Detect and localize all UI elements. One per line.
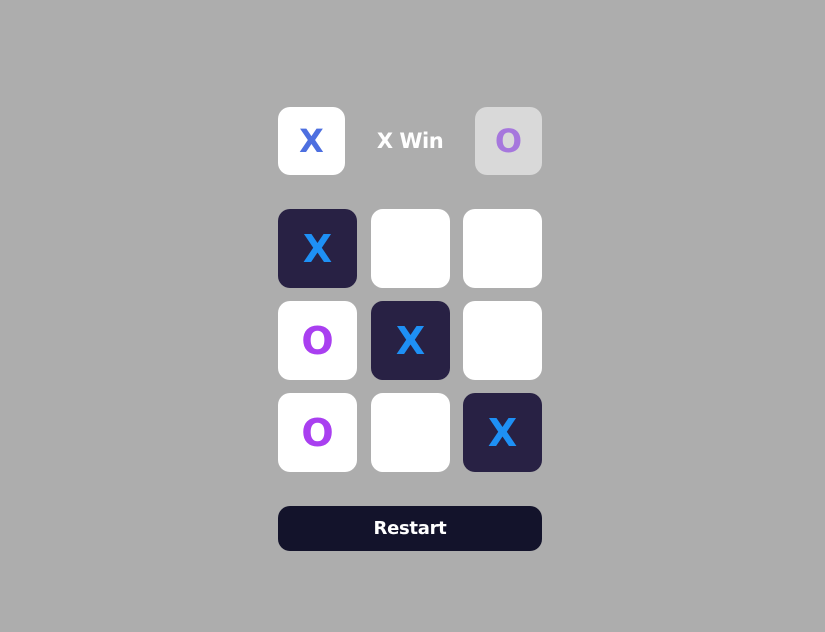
cell-mark: O bbox=[301, 318, 334, 363]
player-o-selector[interactable]: O bbox=[475, 107, 542, 175]
game-board: X O X O X bbox=[278, 209, 542, 472]
board-cell-3[interactable] bbox=[463, 209, 542, 288]
board-cell-5[interactable]: X bbox=[371, 301, 450, 380]
cell-mark: X bbox=[302, 226, 333, 271]
board-cell-1[interactable]: X bbox=[278, 209, 357, 288]
board-cell-8[interactable] bbox=[371, 393, 450, 472]
cell-mark: X bbox=[395, 318, 426, 363]
board-cell-6[interactable] bbox=[463, 301, 542, 380]
player-bar: X X Win O bbox=[278, 107, 542, 175]
board-cell-9[interactable]: X bbox=[463, 393, 542, 472]
player-o-label: O bbox=[494, 122, 523, 160]
player-x-label: X bbox=[299, 122, 324, 160]
board-cell-2[interactable] bbox=[371, 209, 450, 288]
game-status: X Win bbox=[376, 129, 444, 153]
board-cell-7[interactable]: O bbox=[278, 393, 357, 472]
cell-mark: O bbox=[301, 410, 334, 455]
board-cell-4[interactable]: O bbox=[278, 301, 357, 380]
cell-mark: X bbox=[487, 410, 518, 455]
tic-tac-toe-game: X X Win O X O X O X bbox=[278, 107, 542, 472]
restart-button[interactable]: Restart bbox=[278, 506, 542, 551]
player-x-selector[interactable]: X bbox=[278, 107, 345, 175]
